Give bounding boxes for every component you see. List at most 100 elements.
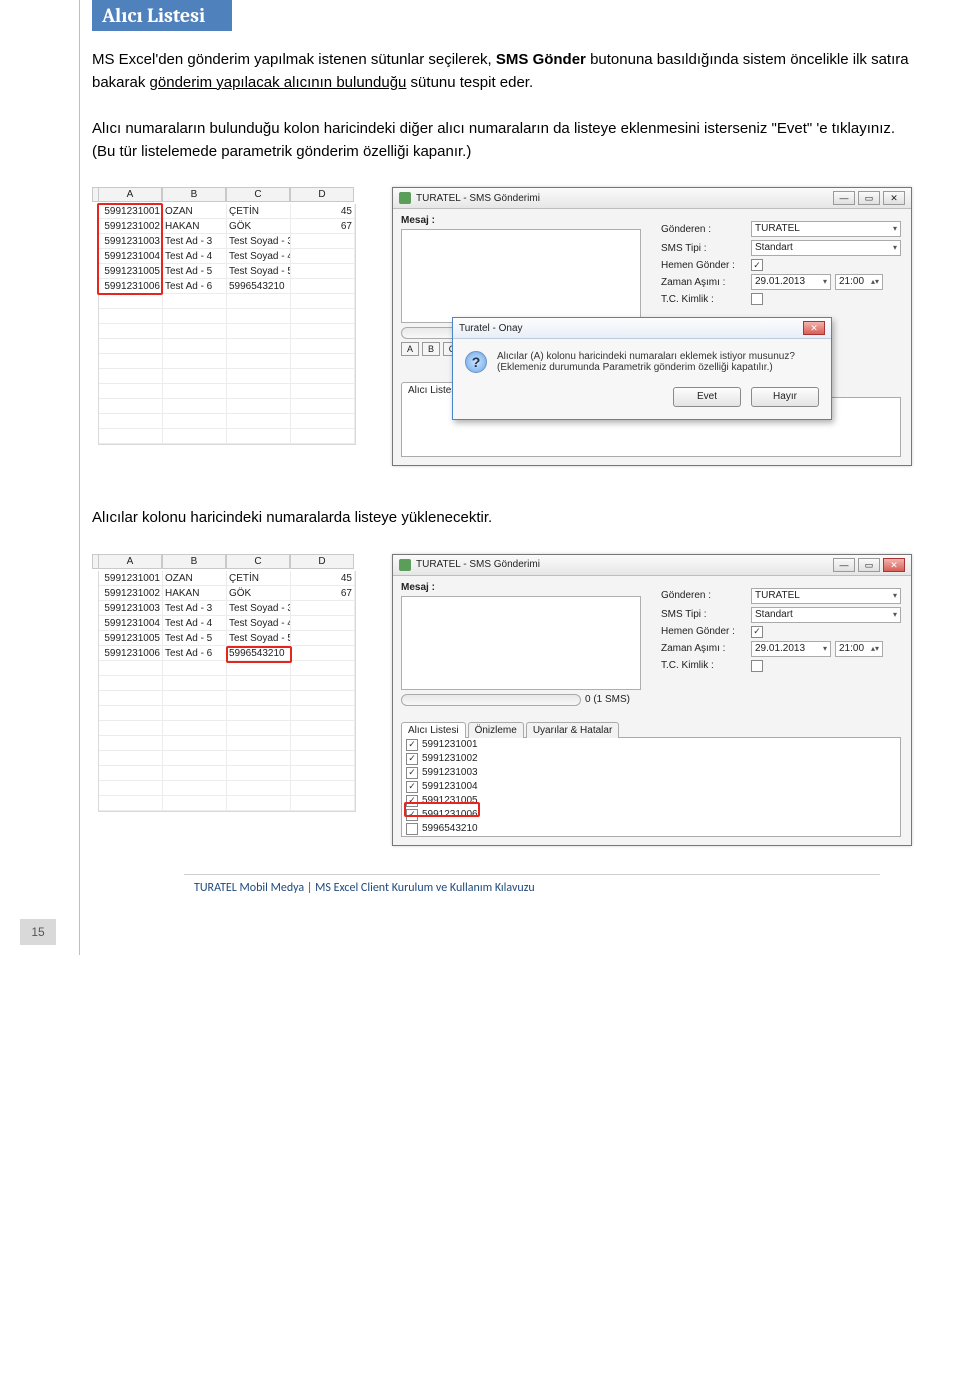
list-item[interactable]: ✓5991231001 [402,738,900,752]
excel-cell[interactable] [227,766,291,781]
excel-cell[interactable]: 5991231001 [99,571,163,586]
excel-cell[interactable]: 5991231001 [99,204,163,219]
excel-cell[interactable] [291,264,355,279]
excel-cell[interactable] [163,751,227,766]
excel-cell[interactable] [291,234,355,249]
excel-cell[interactable]: Test Ad - 3 [163,601,227,616]
excel-cell[interactable]: 5991231002 [99,219,163,234]
excel-cell[interactable]: 67 [291,219,355,234]
excel-cell[interactable] [291,631,355,646]
excel-cell[interactable] [291,601,355,616]
dialog-no-button[interactable]: Hayır [751,387,819,407]
maximize-button[interactable]: ▭ [858,191,880,205]
dialog-titlebar[interactable]: Turatel - Onay ✕ [453,318,831,339]
excel-cell[interactable] [227,384,291,399]
excel-cell[interactable] [227,691,291,706]
excel-cell[interactable] [291,414,355,429]
excel-cell[interactable] [163,369,227,384]
excel-cell[interactable] [163,414,227,429]
excel-cell[interactable]: GÖK [227,219,291,234]
excel-cell[interactable]: 5991231006 [99,646,163,661]
excel-cell[interactable]: 5991231004 [99,616,163,631]
excel-cell[interactable]: Test Soyad - 4 [227,616,291,631]
excel-cell[interactable] [163,294,227,309]
excel-cell[interactable] [291,616,355,631]
excel-cell[interactable]: Test Ad - 6 [163,646,227,661]
gonderen-dropdown[interactable]: TURATEL▾ [751,221,901,237]
excel-cell[interactable] [99,384,163,399]
close-button[interactable]: ✕ [883,191,905,205]
excel-cell[interactable]: 5991231005 [99,264,163,279]
excel-cell[interactable] [163,736,227,751]
excel-cell[interactable] [99,369,163,384]
excel-cell[interactable] [291,384,355,399]
excel-cell[interactable] [291,309,355,324]
list-item-checkbox[interactable]: ✓ [406,809,418,821]
excel-cell[interactable] [291,796,355,811]
excel-cell[interactable]: 45 [291,571,355,586]
excel-cell[interactable]: 5991231003 [99,601,163,616]
excel-cell[interactable] [227,676,291,691]
window-titlebar[interactable]: TURATEL - SMS Gönderimi — ▭ ✕ [393,188,911,209]
excel-cell[interactable] [99,414,163,429]
excel-cell[interactable] [291,339,355,354]
list-item[interactable]: ✓5991231002 [402,752,900,766]
hemen-checkbox[interactable]: ✓ [751,626,763,638]
excel-cell[interactable] [163,766,227,781]
excel-col-b[interactable]: B [162,554,226,569]
excel-cell[interactable]: 5996543210 [227,279,291,294]
excel-cell[interactable] [163,691,227,706]
excel-cell[interactable]: 5991231006 [99,279,163,294]
excel-cell[interactable]: Test Soyad - 5 [227,264,291,279]
excel-cell[interactable] [291,676,355,691]
excel-cell[interactable] [163,721,227,736]
excel-cell[interactable] [291,766,355,781]
excel-cell[interactable]: 67 [291,586,355,601]
gonderen-dropdown[interactable]: TURATEL▾ [751,588,901,604]
excel-cell[interactable] [163,384,227,399]
excel-col-c[interactable]: C [226,187,290,202]
list-item[interactable]: ✓5991231005 [402,794,900,808]
zaman-date-picker[interactable]: 29.01.2013▾ [751,274,831,290]
close-button[interactable]: ✕ [883,558,905,572]
list-item-checkbox[interactable]: ✓ [406,753,418,765]
excel-cell[interactable]: Test Ad - 4 [163,249,227,264]
excel-cell[interactable] [163,661,227,676]
message-textarea[interactable] [401,596,641,690]
excel-cell[interactable] [291,354,355,369]
excel-col-a[interactable]: A [98,554,162,569]
excel-cell[interactable] [291,279,355,294]
tc-checkbox[interactable] [751,293,763,305]
excel-cell[interactable] [99,661,163,676]
excel-cell[interactable]: Test Ad - 6 [163,279,227,294]
dialog-close-button[interactable]: ✕ [803,321,825,335]
excel-cell[interactable] [227,736,291,751]
excel-cell[interactable] [227,339,291,354]
excel-cell[interactable]: Test Soyad - 4 [227,249,291,264]
list-item[interactable]: ✓5991231006 [402,808,900,822]
excel-cell[interactable]: Test Soyad - 3 [227,234,291,249]
excel-cell[interactable] [291,661,355,676]
list-item-checkbox[interactable]: ✓ [406,767,418,779]
excel-cell[interactable] [291,691,355,706]
excel-cell[interactable]: OZAN [163,204,227,219]
excel-cell[interactable] [227,414,291,429]
excel-cell[interactable] [99,429,163,444]
tab-uyarilar[interactable]: Uyarılar & Hatalar [526,722,619,738]
excel-cell[interactable] [291,249,355,264]
maximize-button[interactable]: ▭ [858,558,880,572]
col-insert-b[interactable]: B [422,342,440,356]
excel-cell[interactable] [163,399,227,414]
excel-cell[interactable]: HAKAN [163,586,227,601]
excel-cell[interactable] [291,429,355,444]
list-item[interactable]: 5996543210 [402,822,900,836]
minimize-button[interactable]: — [833,558,855,572]
excel-cell[interactable] [99,339,163,354]
excel-cell[interactable]: ÇETİN [227,204,291,219]
tc-checkbox[interactable] [751,660,763,672]
excel-cell[interactable] [163,796,227,811]
excel-cell[interactable] [227,294,291,309]
excel-cell[interactable] [227,706,291,721]
excel-cell[interactable]: Test Ad - 3 [163,234,227,249]
excel-col-b[interactable]: B [162,187,226,202]
